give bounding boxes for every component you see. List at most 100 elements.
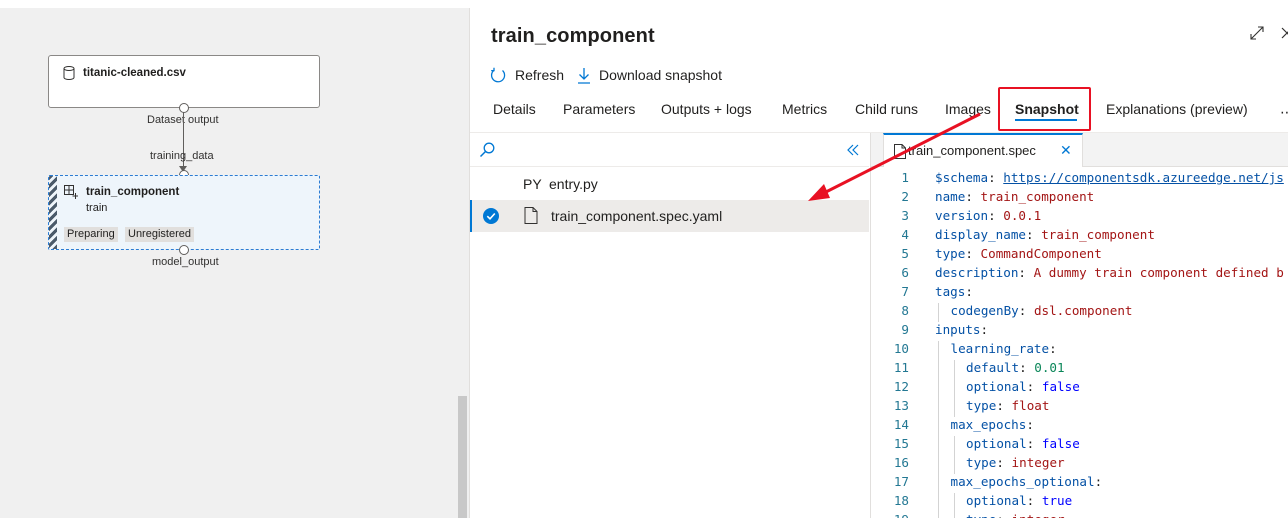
download-snapshot-button[interactable]: Download snapshot [577,65,722,85]
document-icon [524,207,538,224]
indent-guide [938,455,939,474]
code-line: 18 optional: true [871,493,1288,512]
yaml-key: type [966,512,996,518]
indent-guide [938,341,939,360]
dataset-node[interactable]: titanic-cleaned.csv [48,55,320,108]
code-text: max_epochs: [950,417,1034,432]
yaml-value: train_component [1041,227,1155,242]
annotation-arrow [808,112,981,201]
indent-guide [953,493,955,512]
panel-title: train_component [491,25,655,47]
line-number: 18 [893,493,909,508]
code-line: 3 version: 0.0.1 [871,208,1288,227]
line-number: 10 [893,341,909,356]
canvas-scrollbar[interactable] [458,396,467,518]
database-icon [63,66,75,80]
line-number: 9 [901,322,909,337]
code-text: codegenBy: dsl.component [950,303,1133,318]
tab-outputs-logs[interactable]: Outputs + logs [661,101,752,117]
training-data-label: training_data [150,150,214,162]
more-tabs-icon[interactable]: ⋯ [1280,104,1288,121]
line-number: 16 [893,455,909,470]
yaml-value[interactable]: https://componentsdk.azureedge.net/js [1003,170,1284,185]
file-name: entry.py [549,176,598,192]
tab-parameters[interactable]: Parameters [563,101,635,117]
yaml-key: max_epochs [950,417,1027,432]
indent-guide [953,398,955,417]
indent-guide [938,379,939,398]
code-text: optional: true [966,493,1073,508]
tab-details[interactable]: Details [493,101,536,117]
yaml-key: tags [935,284,966,299]
code-text: max_epochs_optional: [950,474,1103,489]
yaml-value: integer [1012,512,1065,518]
code-text: default: 0.01 [966,360,1065,375]
code-line: 11 default: 0.01 [871,360,1288,379]
code-area[interactable]: 1 $schema: https://componentsdk.azureedge… [871,167,1288,518]
code-text: type: float [966,398,1050,413]
download-snapshot-label: Download snapshot [599,67,722,83]
code-text: inputs: [935,322,989,337]
code-text: type: integer [966,455,1065,470]
search-icon[interactable] [479,142,495,158]
train-component-node[interactable]: train_component train Preparing Unregist… [48,175,320,250]
yaml-key: default [966,360,1020,375]
close-icon[interactable] [1280,26,1288,40]
code-text: learning_rate: [950,341,1057,356]
line-number: 5 [901,246,909,261]
details-panel: train_component Refresh Download snapsho… [469,8,1288,518]
code-line: 12 optional: false [871,379,1288,398]
yaml-key: optional [966,436,1027,451]
yaml-value: false [1041,379,1080,394]
train-node-title: train_component [86,186,180,198]
yaml-value: 0.0.1 [1003,208,1042,223]
selected-check-icon[interactable] [483,208,499,224]
code-line: 5 type: CommandComponent [871,246,1288,265]
indent-guide [953,436,955,455]
code-text: tags: [935,284,973,299]
code-line: 4 display_name: train_component [871,227,1288,246]
code-line: 16 type: integer [871,455,1288,474]
line-number: 15 [893,436,909,451]
dataset-node-title: titanic-cleaned.csv [83,67,186,79]
line-number: 3 [901,208,909,223]
status-badge-preparing: Preparing [64,227,118,242]
indent-guide [938,512,939,518]
yaml-value: false [1041,436,1080,451]
yaml-value: dsl.component [1033,303,1133,318]
code-line: 7 tags: [871,284,1288,303]
code-line: 10 learning_rate: [871,341,1288,360]
refresh-label: Refresh [515,67,565,83]
yaml-key: learning_rate [950,341,1050,356]
yaml-key: type [935,246,966,261]
code-line: 6 description: A dummy train component de… [871,265,1288,284]
code-text: version: 0.0.1 [935,208,1042,223]
yaml-key: inputs [935,322,981,337]
model-output-label: model_output [152,256,219,268]
refresh-icon [490,67,506,82]
code-text: optional: false [966,436,1080,451]
close-tab-icon[interactable]: ✕ [1060,142,1072,159]
train-output-port[interactable] [179,245,189,255]
indent-guide [938,493,939,512]
code-text: display_name: train_component [935,227,1155,242]
code-line: 15 optional: false [871,436,1288,455]
code-line: 13 type: float [871,398,1288,417]
python-file-icon: PY [523,176,542,192]
pipeline-canvas[interactable]: titanic-cleaned.csv Dataset output train… [0,8,469,518]
code-line: 17 max_epochs_optional: [871,474,1288,493]
dataset-output-port[interactable] [179,103,189,113]
tab-explanations[interactable]: Explanations (preview) [1106,101,1248,117]
line-number: 11 [893,360,909,375]
line-number: 13 [893,398,909,413]
status-badge-unregistered: Unregistered [125,227,194,242]
indent-guide [953,455,955,474]
indent-guide [938,474,939,493]
line-number: 6 [901,265,909,280]
expand-icon[interactable] [1250,26,1264,40]
yaml-key: display_name [935,227,1026,242]
refresh-button[interactable]: Refresh [490,65,564,85]
yaml-key: description [935,265,1019,280]
yaml-key: optional [966,493,1027,508]
yaml-value: integer [1011,455,1065,470]
